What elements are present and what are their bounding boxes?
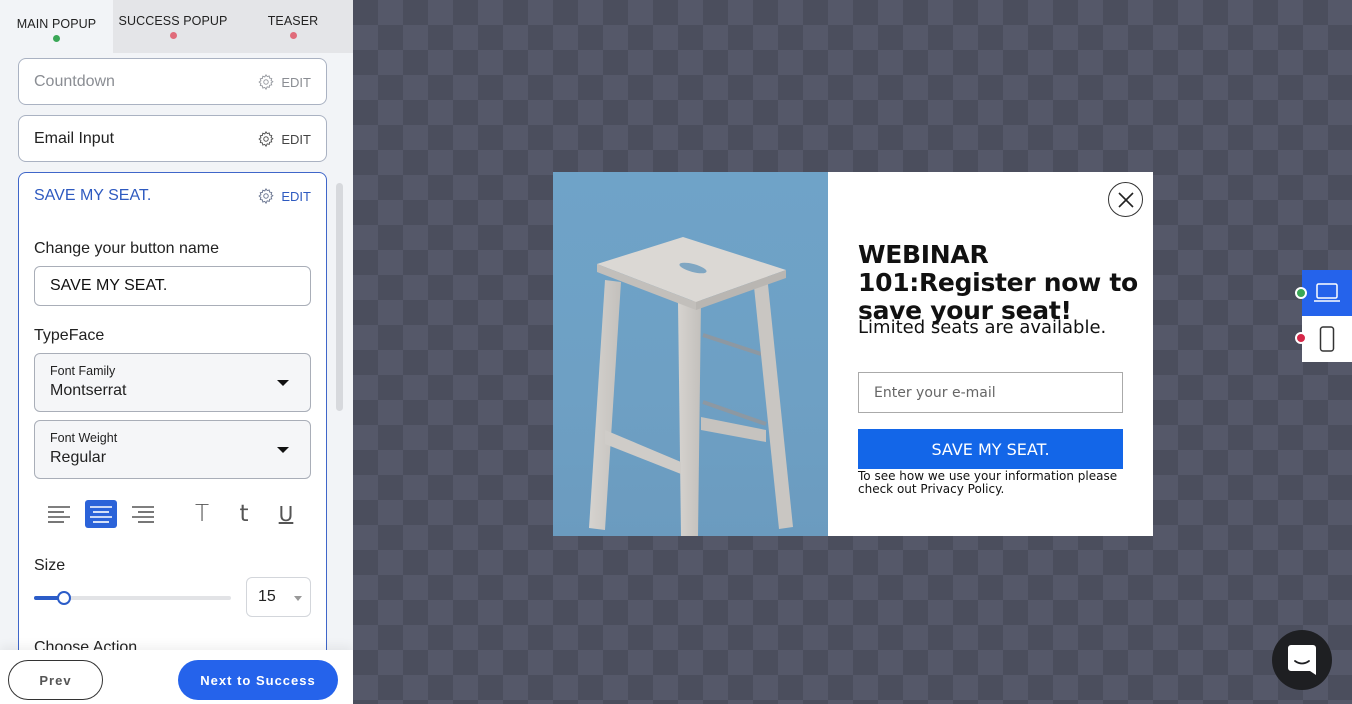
- align-center-icon: [90, 506, 112, 523]
- laptop-icon: [1314, 283, 1340, 302]
- element-title: SAVE MY SEAT.: [34, 187, 152, 204]
- tab-success-popup[interactable]: SUCCESS POPUP: [113, 0, 233, 53]
- sidebar-scrollbar[interactable]: [336, 183, 343, 411]
- size-slider[interactable]: [34, 590, 231, 606]
- edit-label: EDIT: [281, 74, 311, 90]
- lowercase-button[interactable]: t: [232, 500, 256, 528]
- caret-down-icon: [277, 447, 289, 453]
- typeface-label: TypeFace: [34, 327, 105, 344]
- tab-main-popup[interactable]: MAIN POPUP: [0, 0, 113, 53]
- next-to-success-button[interactable]: Next to Success: [178, 660, 338, 700]
- chat-icon: [1288, 645, 1316, 675]
- element-title: Email Input: [34, 130, 115, 147]
- mobile-view-button[interactable]: [1302, 316, 1352, 362]
- uppercase-button[interactable]: T: [190, 500, 214, 528]
- tab-label: SUCCESS POPUP: [118, 14, 228, 28]
- popup-preview: WEBINAR 101:Register now to save your se…: [553, 172, 1153, 536]
- status-dot: [53, 35, 60, 42]
- element-card-email-input[interactable]: Email Input EDIT: [18, 115, 327, 162]
- font-weight-value: Regular: [50, 449, 107, 466]
- popup-email-input[interactable]: Enter your e-mail: [858, 372, 1123, 413]
- gear-icon: [258, 187, 275, 205]
- edit-label: EDIT: [281, 131, 311, 147]
- align-right-button[interactable]: [127, 500, 159, 528]
- edit-button[interactable]: EDIT: [257, 130, 311, 148]
- popup-tabs: MAIN POPUP SUCCESS POPUP TEASER: [0, 0, 353, 53]
- edit-label: EDIT: [281, 188, 311, 204]
- button-name-input[interactable]: SAVE MY SEAT.: [34, 266, 311, 306]
- editor-sidebar: MAIN POPUP SUCCESS POPUP TEASER Countdow…: [0, 0, 353, 704]
- popup-headline: WEBINAR 101:Register now to save your se…: [858, 240, 1138, 325]
- size-value: 15: [258, 588, 276, 605]
- gear-icon: [258, 73, 275, 91]
- close-icon: [1117, 191, 1134, 208]
- slider-thumb[interactable]: [57, 591, 71, 605]
- underline-button[interactable]: U: [274, 500, 298, 528]
- privacy-text: To see how we use your information pleas…: [858, 469, 1118, 496]
- font-family-value: Montserrat: [50, 382, 127, 399]
- font-weight-select[interactable]: Font Weight Regular: [34, 420, 311, 479]
- gear-icon: [258, 130, 275, 148]
- font-family-select[interactable]: Font Family Montserrat: [34, 353, 311, 412]
- mobile-phone-icon: [1319, 326, 1335, 352]
- popup-content: WEBINAR 101:Register now to save your se…: [828, 172, 1153, 536]
- chat-launcher-button[interactable]: [1272, 630, 1332, 690]
- prev-button[interactable]: Prev: [8, 660, 103, 700]
- stool-image: [589, 237, 793, 536]
- element-title: Countdown: [34, 73, 115, 90]
- button-name-label: Change your button name: [34, 240, 220, 257]
- tab-label: MAIN POPUP: [16, 17, 97, 31]
- caret-down-icon: [294, 596, 302, 601]
- element-card-button: SAVE MY SEAT. EDIT Change your button na…: [18, 172, 327, 692]
- close-button[interactable]: [1108, 182, 1143, 217]
- size-label: Size: [34, 557, 66, 574]
- align-left-icon: [48, 506, 70, 523]
- status-dot: [169, 32, 177, 39]
- text-format-toolbar: T t U: [19, 500, 328, 530]
- sidebar-footer: Prev Next to Success: [0, 650, 353, 704]
- size-select[interactable]: 15: [246, 577, 311, 617]
- popup-subtext: Limited seats are available.: [858, 317, 1107, 338]
- desktop-view-button[interactable]: [1302, 270, 1352, 316]
- align-right-icon: [132, 506, 154, 523]
- mobile-status-dot: [1295, 332, 1307, 344]
- font-family-label: Font Family: [50, 364, 116, 378]
- desktop-status-dot: [1295, 287, 1307, 299]
- edit-button[interactable]: EDIT: [257, 73, 311, 91]
- element-card-countdown[interactable]: Countdown EDIT: [18, 58, 327, 105]
- tab-teaser[interactable]: TEASER: [233, 0, 353, 53]
- tab-label: TEASER: [267, 14, 319, 28]
- align-left-button[interactable]: [43, 500, 75, 528]
- preview-canvas: WEBINAR 101:Register now to save your se…: [353, 0, 1352, 704]
- font-weight-label: Font Weight: [50, 431, 118, 445]
- align-center-button[interactable]: [85, 500, 117, 528]
- popup-image: [553, 172, 828, 536]
- status-dot: [289, 32, 297, 39]
- caret-down-icon: [277, 380, 289, 386]
- edit-button[interactable]: EDIT: [257, 187, 311, 205]
- device-switcher: [1295, 270, 1352, 362]
- popup-cta-button[interactable]: SAVE MY SEAT.: [858, 429, 1123, 469]
